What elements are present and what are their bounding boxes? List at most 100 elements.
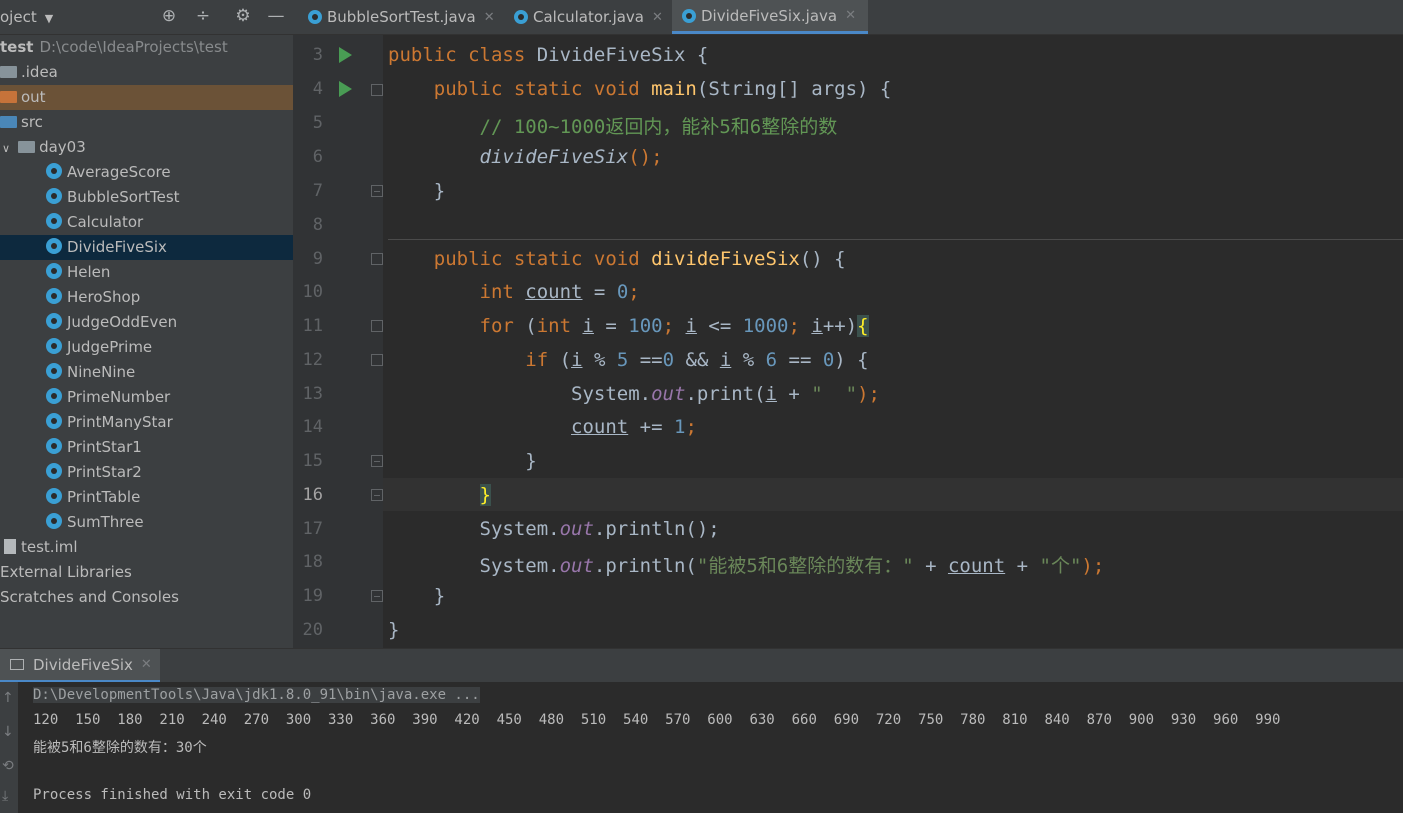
code-text: ); bbox=[1081, 555, 1105, 577]
class-icon bbox=[46, 188, 62, 204]
run-tab[interactable]: DivideFiveSix ✕ bbox=[0, 649, 160, 683]
tree-item-class[interactable]: HeroShop bbox=[0, 285, 339, 310]
folder-icon bbox=[0, 66, 17, 78]
tree-item-day03[interactable]: ∨ day03 bbox=[0, 135, 295, 160]
tree-item-out[interactable]: out bbox=[0, 85, 293, 110]
line-number: 18 bbox=[302, 552, 323, 572]
tab-bubblesorttest[interactable]: BubbleSortTest.java ✕ bbox=[300, 0, 503, 34]
tree-item-class[interactable]: PrintManyStar bbox=[0, 410, 339, 435]
tree-item-class[interactable]: BubbleSortTest bbox=[0, 185, 339, 210]
down-arrow-icon[interactable]: ↓ bbox=[2, 724, 14, 740]
tree-item-scratches[interactable]: Scratches and Consoles bbox=[0, 585, 293, 610]
method-separator bbox=[388, 239, 1403, 240]
method-call: divideFiveSix bbox=[479, 146, 629, 168]
close-icon[interactable]: ✕ bbox=[845, 8, 856, 23]
tree-item-src[interactable]: src bbox=[0, 110, 293, 135]
tree-item-label: BubbleSortTest bbox=[67, 188, 180, 206]
class-icon bbox=[46, 263, 62, 279]
fold-icon[interactable] bbox=[371, 590, 383, 602]
static-field: out bbox=[559, 555, 594, 577]
line-number: 5 bbox=[312, 113, 323, 133]
tree-item-class[interactable]: PrintTable bbox=[0, 485, 339, 510]
tree-item-class[interactable]: AverageScore bbox=[0, 160, 339, 185]
code-line-11: for (int i = 100; i <= 1000; i++){ bbox=[388, 315, 869, 337]
project-view-selector[interactable]: oject ▼ bbox=[0, 8, 53, 26]
code-line-10: int count = 0; bbox=[388, 281, 640, 303]
class-icon bbox=[46, 438, 62, 454]
soft-wrap-icon[interactable]: ⟲ bbox=[2, 758, 14, 774]
root-name: test bbox=[0, 38, 34, 56]
fold-icon[interactable] bbox=[371, 253, 383, 265]
tree-item-iml[interactable]: test.iml bbox=[0, 535, 297, 560]
up-arrow-icon[interactable]: ↑ bbox=[2, 690, 14, 706]
collapse-icon[interactable]: ÷ bbox=[194, 7, 212, 25]
fold-icon[interactable] bbox=[371, 185, 383, 197]
tree-root[interactable]: test D:\code\IdeaProjects\test bbox=[0, 35, 293, 60]
tree-item-class[interactable]: SumThree bbox=[0, 510, 339, 535]
close-icon[interactable]: ✕ bbox=[652, 10, 663, 25]
tree-item-class[interactable]: Calculator bbox=[0, 210, 339, 235]
tree-item-label: DivideFiveSix bbox=[67, 238, 167, 256]
close-icon[interactable]: ✕ bbox=[141, 657, 152, 672]
code-text: ++) bbox=[822, 315, 858, 337]
fold-icon[interactable] bbox=[371, 455, 383, 467]
tree-item-class[interactable]: PrimeNumber bbox=[0, 385, 339, 410]
code-line-5: // 100~1000返回内，能补5和6整除的数 bbox=[388, 116, 838, 138]
matched-brace: { bbox=[857, 315, 869, 337]
tree-item-class-selected[interactable]: DivideFiveSix bbox=[0, 235, 339, 260]
close-icon[interactable]: ✕ bbox=[484, 10, 495, 25]
line-number: 12 bbox=[302, 350, 323, 370]
fold-icon[interactable] bbox=[371, 354, 383, 366]
code-text: ; bbox=[788, 315, 812, 337]
tree-item-label: PrintStar1 bbox=[67, 438, 142, 456]
fold-icon[interactable] bbox=[371, 489, 383, 501]
tree-item-idea[interactable]: .idea bbox=[0, 60, 293, 85]
fold-icon[interactable] bbox=[371, 320, 383, 332]
run-class-icon[interactable] bbox=[339, 47, 352, 63]
tree-item-label: PrintStar2 bbox=[67, 463, 142, 481]
tab-dividefivesix[interactable]: DivideFiveSix.java ✕ bbox=[672, 0, 868, 34]
line-number: 9 bbox=[312, 249, 323, 269]
tree-item-class[interactable]: JudgePrime bbox=[0, 335, 339, 360]
gear-icon[interactable]: ⚙ bbox=[234, 7, 252, 25]
keyword: int bbox=[479, 281, 526, 303]
tree-item-class[interactable]: NineNine bbox=[0, 360, 339, 385]
chevron-down-icon: ▼ bbox=[44, 12, 54, 25]
code-text: = bbox=[582, 281, 617, 303]
scroll-to-end-icon[interactable]: ⤓ bbox=[2, 788, 8, 804]
tree-item-class[interactable]: Helen bbox=[0, 260, 339, 285]
tree-item-class[interactable]: PrintStar2 bbox=[0, 460, 339, 485]
globe-icon[interactable]: ⊕ bbox=[160, 7, 178, 25]
keyword: public static void bbox=[388, 78, 652, 100]
code-text: == bbox=[628, 349, 663, 371]
folder-icon bbox=[0, 116, 17, 128]
class-icon bbox=[46, 413, 62, 429]
fold-icon[interactable] bbox=[371, 84, 383, 96]
line-number: 4 bbox=[312, 79, 323, 99]
tree-item-label: PrimeNumber bbox=[67, 388, 171, 406]
tree-item-external-libraries[interactable]: External Libraries bbox=[0, 560, 293, 585]
class-name: DivideFiveSix { bbox=[536, 44, 709, 66]
code-text: (String[] args) { bbox=[696, 78, 892, 100]
class-icon bbox=[46, 213, 62, 229]
line-number: 10 bbox=[302, 282, 323, 302]
code-text: (); bbox=[628, 146, 663, 168]
tree-item-class[interactable]: JudgeOddEven bbox=[0, 310, 339, 335]
class-icon bbox=[308, 10, 322, 24]
run-main-icon[interactable] bbox=[339, 81, 352, 97]
tree-item-class[interactable]: PrintStar1 bbox=[0, 435, 339, 460]
line-number: 20 bbox=[302, 620, 323, 640]
console-exit-line: Process finished with exit code 0 bbox=[33, 787, 312, 803]
code-line-18: System.out.println("能被5和6整除的数有：" + count… bbox=[388, 551, 1105, 578]
line-number: 7 bbox=[312, 181, 323, 201]
line-number: 13 bbox=[302, 384, 323, 404]
static-field: out bbox=[559, 518, 594, 540]
number: 6 bbox=[765, 349, 778, 371]
tab-calculator[interactable]: Calculator.java ✕ bbox=[506, 0, 671, 34]
code-line-9: public static void divideFiveSix() { bbox=[388, 248, 846, 270]
minimize-icon[interactable]: — bbox=[267, 7, 285, 25]
